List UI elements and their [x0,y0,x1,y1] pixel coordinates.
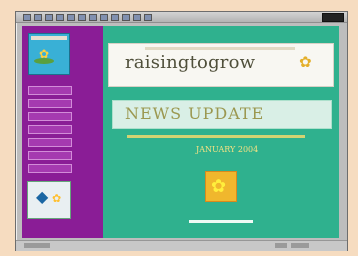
sidebar-nav-item-2[interactable] [28,99,72,108]
sidebar-nav-item-7[interactable] [28,164,72,173]
news-update-banner: NEWS UPDATE [112,100,332,129]
main-panel: raisingtogrow ✿ NEWS UPDATE JANUARY 2004… [103,26,339,238]
sidebar-image: ◆ ✿ [27,181,71,219]
banner-tagline [145,47,295,50]
flower-icon: ✿ [52,192,62,205]
mail-icon[interactable] [111,14,119,21]
nav-label-2 [31,100,67,104]
sidebar-nav-item-1[interactable] [28,86,72,95]
subtitle-line [127,135,305,138]
forward-icon[interactable] [34,14,42,21]
back-icon[interactable] [23,14,31,21]
sidebar-nav-item-6[interactable] [28,151,72,160]
edit-icon[interactable] [133,14,141,21]
issue-date: JANUARY 2004 [196,145,259,154]
sidebar-nav-item-4[interactable] [28,125,72,134]
site-logo[interactable]: ✿ [28,33,70,75]
wave-icon: ◆ [36,187,49,206]
refresh-icon[interactable] [56,14,64,21]
status-text [24,243,50,248]
nav-label-6 [31,152,67,156]
status-bar [16,240,347,251]
browser-logo [322,13,344,22]
browser-toolbar [16,12,347,23]
site-title: raisingtogrow [125,52,256,73]
discuss-icon[interactable] [144,14,152,21]
status-zone [291,243,309,248]
logo-title [31,36,67,40]
browser-window: ✿ ◆ ✿ raisingtogrow ✿ NEWS UPDATE JANUAR… [15,11,348,251]
nav-label-3 [31,113,67,117]
news-update-title: NEWS UPDATE [125,104,265,123]
sunflower-icon: ✿ [299,53,312,71]
sidebar-nav-item-5[interactable] [28,138,72,147]
sidebar-nav-item-3[interactable] [28,112,72,121]
nav-label-7 [31,165,67,169]
feature-image: ✿ [205,171,237,202]
header-banner: raisingtogrow ✿ [108,43,334,87]
nav-label-5 [31,139,67,143]
footer-link[interactable] [189,220,253,223]
home-icon[interactable] [67,14,75,21]
stop-icon[interactable] [45,14,53,21]
nav-label-1 [31,87,67,91]
sunflower-icon: ✿ [211,176,227,197]
search-icon[interactable] [78,14,86,21]
status-icon [275,243,287,248]
sidebar: ✿ ◆ ✿ [22,26,102,238]
favorites-icon[interactable] [89,14,97,21]
leaf-icon [34,58,54,64]
history-icon[interactable] [100,14,108,21]
webpage: ✿ ◆ ✿ raisingtogrow ✿ NEWS UPDATE JANUAR… [22,26,339,238]
print-icon[interactable] [122,14,130,21]
nav-label-4 [31,126,67,130]
